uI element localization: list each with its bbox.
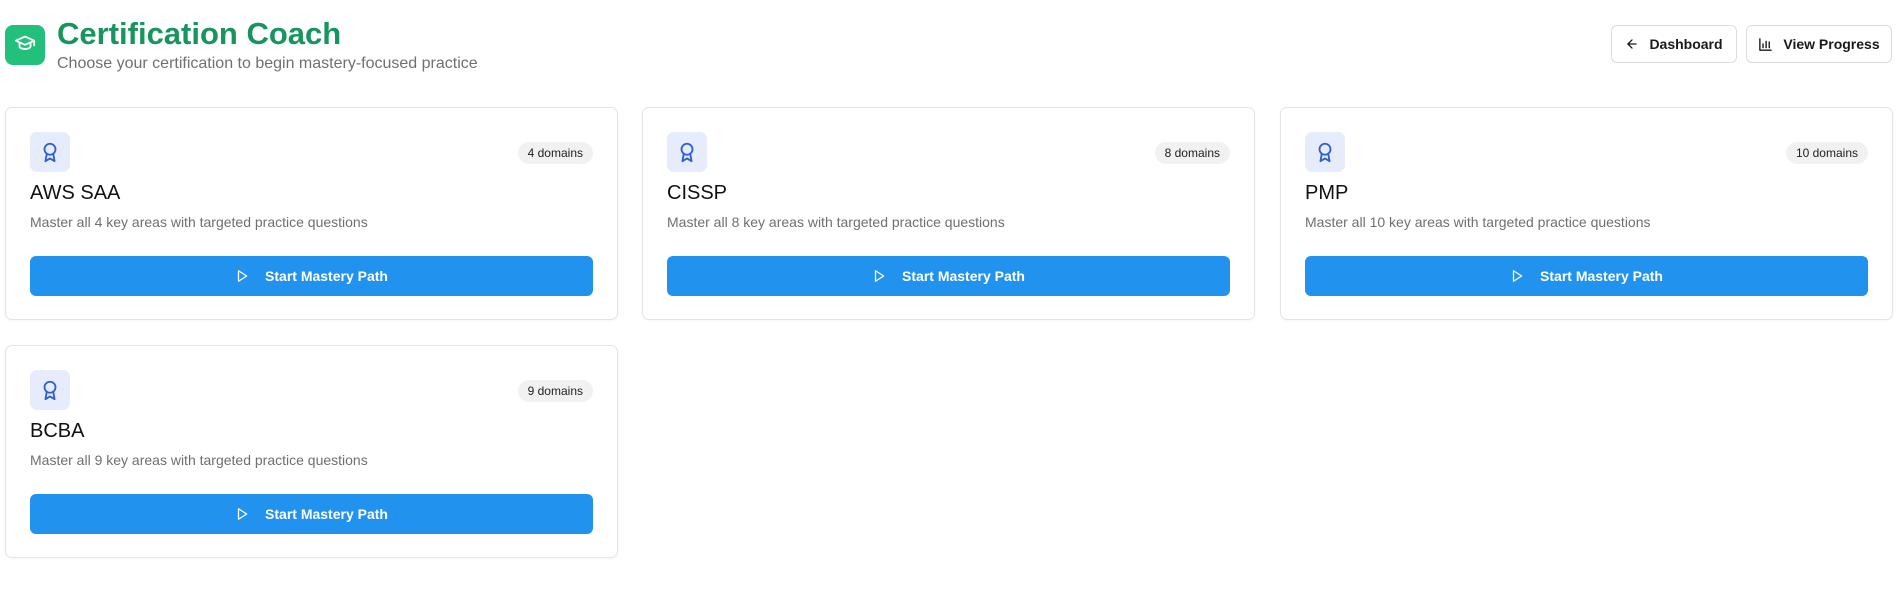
start-mastery-path-label: Start Mastery Path bbox=[265, 268, 388, 284]
start-mastery-path-button[interactable]: Start Mastery Path bbox=[30, 256, 593, 296]
view-progress-button[interactable]: View Progress bbox=[1746, 25, 1892, 63]
certification-card-pmp: 10 domains PMP Master all 10 key areas w… bbox=[1280, 107, 1893, 320]
award-ribbon-icon bbox=[30, 370, 70, 410]
domain-count-badge: 9 domains bbox=[517, 380, 593, 402]
page-subtitle: Choose your certification to begin maste… bbox=[57, 55, 478, 72]
award-ribbon-icon bbox=[1305, 132, 1345, 172]
page-title: Certification Coach bbox=[57, 16, 342, 51]
certification-description: Master all 10 key areas with targeted pr… bbox=[1305, 214, 1651, 230]
start-mastery-path-label: Start Mastery Path bbox=[1540, 268, 1663, 284]
domain-count-badge: 8 domains bbox=[1154, 142, 1230, 164]
certification-description: Master all 8 key areas with targeted pra… bbox=[667, 214, 1005, 230]
app-logo bbox=[5, 25, 45, 65]
arrow-left-icon bbox=[1625, 37, 1639, 51]
award-ribbon-icon bbox=[667, 132, 707, 172]
certification-name: PMP bbox=[1305, 182, 1349, 204]
bar-chart-icon bbox=[1758, 37, 1773, 52]
graduation-cap-icon bbox=[14, 32, 36, 59]
domain-count-badge: 4 domains bbox=[517, 142, 593, 164]
certification-description: Master all 9 key areas with targeted pra… bbox=[30, 452, 368, 468]
view-progress-button-label: View Progress bbox=[1783, 36, 1880, 52]
certification-name: CISSP bbox=[667, 182, 728, 204]
dashboard-button[interactable]: Dashboard bbox=[1611, 25, 1737, 63]
certification-name: AWS SAA bbox=[30, 182, 121, 204]
start-mastery-path-label: Start Mastery Path bbox=[902, 268, 1025, 284]
certification-card-aws-saa: 4 domains AWS SAA Master all 4 key areas… bbox=[5, 107, 618, 320]
start-mastery-path-button[interactable]: Start Mastery Path bbox=[30, 494, 593, 534]
certification-card-cissp: 8 domains CISSP Master all 8 key areas w… bbox=[642, 107, 1255, 320]
start-mastery-path-button[interactable]: Start Mastery Path bbox=[667, 256, 1230, 296]
page-header: Certification Coach Choose your certific… bbox=[0, 0, 1900, 100]
domain-count-badge: 10 domains bbox=[1785, 142, 1868, 164]
play-icon bbox=[1510, 269, 1524, 283]
award-ribbon-icon bbox=[30, 132, 70, 172]
dashboard-button-label: Dashboard bbox=[1649, 36, 1723, 52]
play-icon bbox=[235, 507, 249, 521]
play-icon bbox=[235, 269, 249, 283]
certification-card-bcba: 9 domains BCBA Master all 9 key areas wi… bbox=[5, 345, 618, 558]
certification-name: BCBA bbox=[30, 420, 85, 442]
certification-description: Master all 4 key areas with targeted pra… bbox=[30, 214, 368, 230]
play-icon bbox=[872, 269, 886, 283]
start-mastery-path-label: Start Mastery Path bbox=[265, 506, 388, 522]
start-mastery-path-button[interactable]: Start Mastery Path bbox=[1305, 256, 1868, 296]
